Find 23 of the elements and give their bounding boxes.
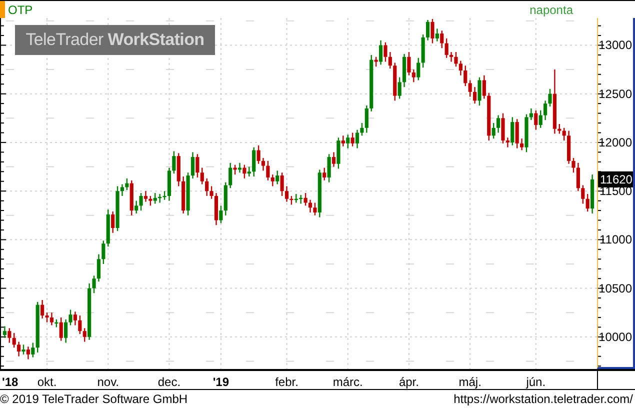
axis-label: febr. [275,375,298,389]
axis-label: jún. [526,375,546,389]
axis-label: nov. [97,375,120,389]
axis-label: okt. [37,375,57,389]
axis-label: máj. [458,375,482,389]
axis-label: 13000 [598,38,632,52]
axis-label: '19 [212,375,230,389]
color-marker [0,1,5,18]
website-url: https://workstation.teletrader.com/ [454,392,633,406]
logo: TeleTrader WorkStation [15,25,215,55]
axis-label: dec. [158,375,181,389]
axis-label: ápr. [398,375,419,389]
copyright-text: © 2019 TeleTrader Software GmbH [0,392,188,406]
interval-label: naponta [530,2,573,16]
axis-label: '18 [2,375,18,389]
axis-label: 12000 [598,135,632,150]
axis-label: márc. [332,375,363,389]
axis-label: 10000 [598,330,632,344]
symbol-label: OTP [8,2,33,16]
axis-label: 10500 [598,281,632,296]
axis-label: 12500 [598,86,632,101]
axis-label: 11000 [600,232,632,247]
last-price-label: 11620 [598,171,633,188]
